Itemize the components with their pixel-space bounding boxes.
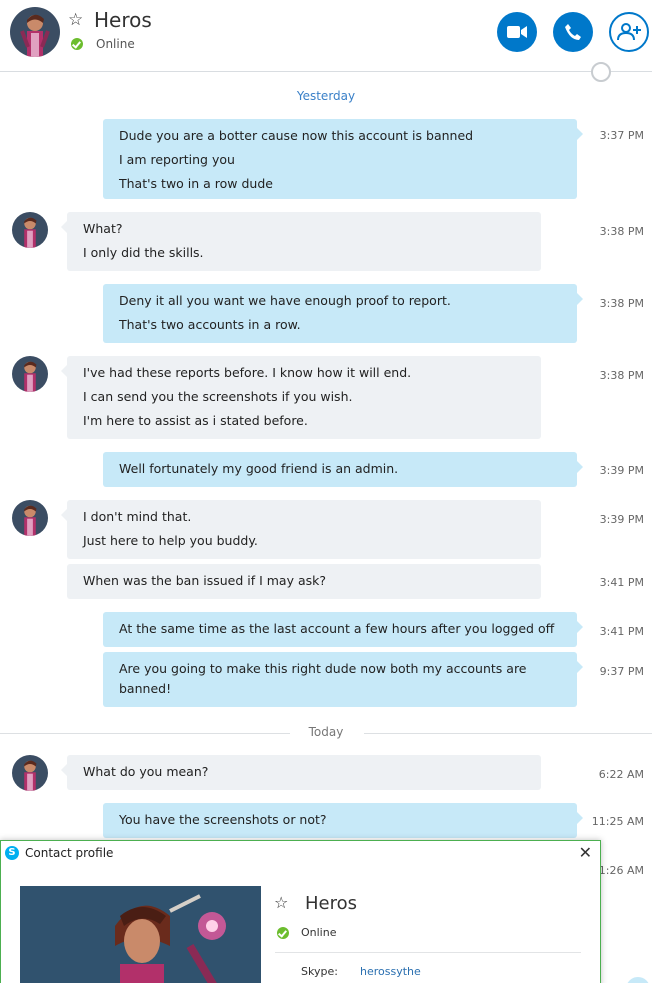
video-call-button[interactable] [497,12,537,52]
online-status-icon [71,38,83,50]
message-time: 6:22 AM [598,768,644,781]
divider [275,952,581,953]
message-text: That's two accounts in a row. [119,317,301,332]
contact-status: Online [96,37,135,51]
popup-title: Contact profile [25,846,114,860]
video-camera-icon [507,26,527,38]
message-text: Well fortunately my good friend is an ad… [119,461,399,476]
outgoing-message[interactable]: Deny it all you want we have enough proo… [103,284,583,343]
incoming-message[interactable]: What do you mean? [61,755,541,790]
date-separator-yesterday: Yesterday [296,89,356,103]
message-text: I am reporting you [119,152,235,167]
outgoing-message[interactable]: Dude you are a botter cause now this acc… [103,119,583,199]
sender-avatar[interactable] [12,755,48,791]
outgoing-message[interactable]: At the same time as the last account a f… [103,612,583,647]
sender-avatar[interactable] [12,356,48,392]
profile-picture [20,886,261,983]
incoming-message[interactable]: What? I only did the skills. [61,212,541,271]
outgoing-message[interactable]: Are you going to make this right dude no… [103,652,583,707]
skype-id-value[interactable]: herossythe [360,965,421,978]
profile-name: Heros [305,893,358,914]
contact-profile-window: S Contact profile ✕ ☆ Heros Online Skype… [0,840,601,983]
message-text: I'm here to assist as i stated before. [83,413,308,428]
message-text: What do you mean? [83,764,209,779]
profile-status: Online [301,926,337,939]
message-text: I've had these reports before. I know ho… [83,365,412,380]
outgoing-message[interactable]: You have the screenshots or not? [103,803,583,838]
message-text: banned! [119,681,172,696]
add-person-icon [617,23,641,41]
outgoing-message[interactable]: Well fortunately my good friend is an ad… [103,452,583,487]
date-separator-label: Today [308,725,344,739]
incoming-message[interactable]: I don't mind that. Just here to help you… [61,500,541,559]
message-text: Just here to help you buddy. [83,533,258,548]
message-time: 9:37 PM [599,665,644,678]
message-text: I can send you the screenshots if you wi… [83,389,353,404]
message-text: I only did the skills. [83,245,204,260]
message-time: 11:25 AM [591,815,644,828]
message-time: 3:39 PM [599,513,644,526]
audio-call-button[interactable] [553,12,593,52]
favorite-star-icon[interactable]: ☆ [274,893,288,912]
skype-logo-icon: S [5,846,19,860]
message-time: 3:38 PM [599,297,644,310]
phone-icon [565,24,581,40]
message-time: 3:41 PM [599,576,644,589]
sender-avatar[interactable] [12,212,48,248]
message-text: That's two in a row dude [119,176,273,191]
contact-avatar[interactable] [10,7,60,57]
incoming-message[interactable]: When was the ban issued if I may ask? [67,564,541,599]
message-time: 3:37 PM [599,129,644,142]
message-text: When was the ban issued if I may ask? [83,573,326,588]
globe-icon[interactable] [591,62,611,82]
add-people-button[interactable] [609,12,649,52]
message-text: What? [83,221,123,236]
message-text: Are you going to make this right dude no… [119,661,527,676]
send-button[interactable] [626,977,650,983]
message-time: 3:39 PM [599,464,644,477]
chat-header: ☆ Heros Online [0,0,652,72]
message-time: 3:38 PM [599,225,644,238]
sender-avatar[interactable] [12,500,48,536]
online-status-icon [277,927,289,939]
close-icon[interactable]: ✕ [579,843,592,862]
message-text: At the same time as the last account a f… [119,621,555,636]
contact-name[interactable]: Heros [94,8,152,32]
date-separator-today: Today [0,725,652,739]
message-time: 3:41 PM [599,625,644,638]
message-time: 3:38 PM [599,369,644,382]
skype-id-label: Skype: [301,965,338,978]
favorite-star-icon[interactable]: ☆ [68,10,83,30]
message-text: Dude you are a botter cause now this acc… [119,128,474,143]
incoming-message[interactable]: I've had these reports before. I know ho… [61,356,541,439]
message-text: Deny it all you want we have enough proo… [119,293,451,308]
message-text: You have the screenshots or not? [119,812,327,827]
popup-titlebar[interactable]: S Contact profile ✕ [1,841,600,865]
message-text: I don't mind that. [83,509,192,524]
